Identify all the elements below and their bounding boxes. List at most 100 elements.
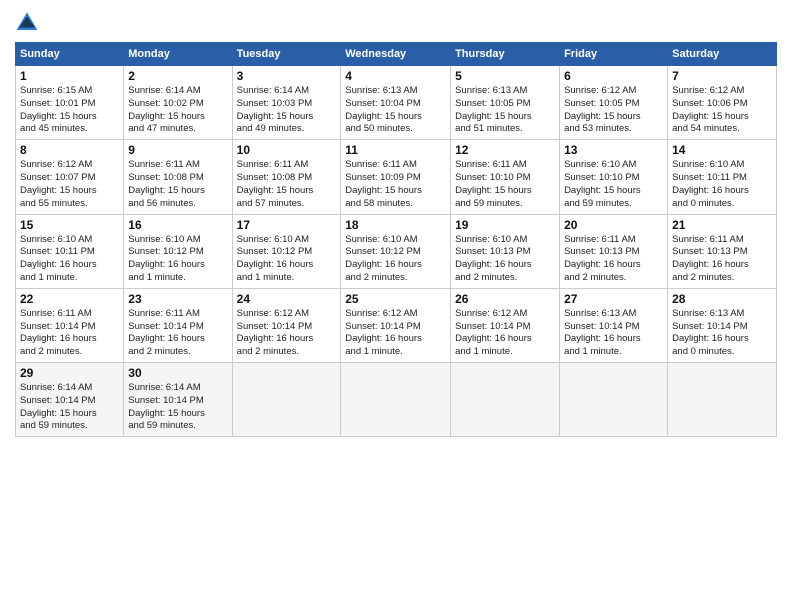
day-number: 12 bbox=[455, 143, 555, 157]
day-info: Sunrise: 6:11 AMSunset: 10:13 PMDaylight… bbox=[564, 234, 663, 285]
day-number: 15 bbox=[20, 218, 119, 232]
empty-cell bbox=[451, 363, 560, 437]
day-number: 20 bbox=[564, 218, 663, 232]
calendar-day-cell: 25 Sunrise: 6:12 AMSunset: 10:14 PMDayli… bbox=[341, 288, 451, 362]
calendar-day-cell: 4 Sunrise: 6:13 AMSunset: 10:04 PMDaylig… bbox=[341, 66, 451, 140]
calendar-day-cell: 24 Sunrise: 6:12 AMSunset: 10:14 PMDayli… bbox=[232, 288, 341, 362]
day-number: 5 bbox=[455, 69, 555, 83]
day-number: 6 bbox=[564, 69, 663, 83]
day-number: 8 bbox=[20, 143, 119, 157]
day-info: Sunrise: 6:11 AMSunset: 10:08 PMDaylight… bbox=[237, 159, 337, 210]
day-number: 17 bbox=[237, 218, 337, 232]
day-info: Sunrise: 6:13 AMSunset: 10:14 PMDaylight… bbox=[672, 308, 772, 359]
calendar-day-cell: 5 Sunrise: 6:13 AMSunset: 10:05 PMDaylig… bbox=[451, 66, 560, 140]
empty-cell bbox=[341, 363, 451, 437]
calendar-day-cell: 21 Sunrise: 6:11 AMSunset: 10:13 PMDayli… bbox=[668, 214, 777, 288]
day-info: Sunrise: 6:13 AMSunset: 10:04 PMDaylight… bbox=[345, 85, 446, 136]
day-info: Sunrise: 6:12 AMSunset: 10:06 PMDaylight… bbox=[672, 85, 772, 136]
calendar-day-cell: 8 Sunrise: 6:12 AMSunset: 10:07 PMDaylig… bbox=[16, 140, 124, 214]
calendar-day-cell: 10 Sunrise: 6:11 AMSunset: 10:08 PMDayli… bbox=[232, 140, 341, 214]
calendar-day-cell: 16 Sunrise: 6:10 AMSunset: 10:12 PMDayli… bbox=[124, 214, 232, 288]
day-number: 11 bbox=[345, 143, 446, 157]
day-info: Sunrise: 6:12 AMSunset: 10:14 PMDaylight… bbox=[455, 308, 555, 359]
day-number: 2 bbox=[128, 69, 227, 83]
calendar-day-cell: 6 Sunrise: 6:12 AMSunset: 10:05 PMDaylig… bbox=[560, 66, 668, 140]
header bbox=[15, 10, 777, 34]
day-info: Sunrise: 6:13 AMSunset: 10:05 PMDaylight… bbox=[455, 85, 555, 136]
day-number: 3 bbox=[237, 69, 337, 83]
day-number: 29 bbox=[20, 366, 119, 380]
day-info: Sunrise: 6:15 AMSunset: 10:01 PMDaylight… bbox=[20, 85, 119, 136]
col-monday: Monday bbox=[124, 43, 232, 66]
calendar-day-cell: 3 Sunrise: 6:14 AMSunset: 10:03 PMDaylig… bbox=[232, 66, 341, 140]
day-number: 28 bbox=[672, 292, 772, 306]
day-info: Sunrise: 6:14 AMSunset: 10:14 PMDaylight… bbox=[20, 382, 119, 433]
day-info: Sunrise: 6:10 AMSunset: 10:12 PMDaylight… bbox=[237, 234, 337, 285]
logo-icon bbox=[15, 10, 39, 34]
day-info: Sunrise: 6:10 AMSunset: 10:11 PMDaylight… bbox=[672, 159, 772, 210]
day-info: Sunrise: 6:12 AMSunset: 10:14 PMDaylight… bbox=[237, 308, 337, 359]
empty-cell bbox=[232, 363, 341, 437]
day-info: Sunrise: 6:10 AMSunset: 10:13 PMDaylight… bbox=[455, 234, 555, 285]
day-number: 14 bbox=[672, 143, 772, 157]
col-sunday: Sunday bbox=[16, 43, 124, 66]
col-saturday: Saturday bbox=[668, 43, 777, 66]
day-info: Sunrise: 6:12 AMSunset: 10:07 PMDaylight… bbox=[20, 159, 119, 210]
calendar-week-row: 22 Sunrise: 6:11 AMSunset: 10:14 PMDayli… bbox=[16, 288, 777, 362]
day-number: 27 bbox=[564, 292, 663, 306]
day-info: Sunrise: 6:11 AMSunset: 10:14 PMDaylight… bbox=[20, 308, 119, 359]
empty-cell bbox=[560, 363, 668, 437]
col-tuesday: Tuesday bbox=[232, 43, 341, 66]
calendar-day-cell: 1 Sunrise: 6:15 AMSunset: 10:01 PMDaylig… bbox=[16, 66, 124, 140]
day-number: 1 bbox=[20, 69, 119, 83]
col-friday: Friday bbox=[560, 43, 668, 66]
day-info: Sunrise: 6:14 AMSunset: 10:14 PMDaylight… bbox=[128, 382, 227, 433]
day-info: Sunrise: 6:14 AMSunset: 10:02 PMDaylight… bbox=[128, 85, 227, 136]
empty-cell bbox=[668, 363, 777, 437]
calendar-day-cell: 18 Sunrise: 6:10 AMSunset: 10:12 PMDayli… bbox=[341, 214, 451, 288]
day-number: 7 bbox=[672, 69, 772, 83]
calendar-week-row: 1 Sunrise: 6:15 AMSunset: 10:01 PMDaylig… bbox=[16, 66, 777, 140]
calendar-day-cell: 12 Sunrise: 6:11 AMSunset: 10:10 PMDayli… bbox=[451, 140, 560, 214]
col-wednesday: Wednesday bbox=[341, 43, 451, 66]
day-info: Sunrise: 6:14 AMSunset: 10:03 PMDaylight… bbox=[237, 85, 337, 136]
calendar-day-cell: 20 Sunrise: 6:11 AMSunset: 10:13 PMDayli… bbox=[560, 214, 668, 288]
day-number: 30 bbox=[128, 366, 227, 380]
day-number: 18 bbox=[345, 218, 446, 232]
day-info: Sunrise: 6:12 AMSunset: 10:14 PMDaylight… bbox=[345, 308, 446, 359]
day-number: 10 bbox=[237, 143, 337, 157]
day-info: Sunrise: 6:10 AMSunset: 10:11 PMDaylight… bbox=[20, 234, 119, 285]
day-number: 24 bbox=[237, 292, 337, 306]
calendar-day-cell: 19 Sunrise: 6:10 AMSunset: 10:13 PMDayli… bbox=[451, 214, 560, 288]
day-info: Sunrise: 6:11 AMSunset: 10:10 PMDaylight… bbox=[455, 159, 555, 210]
calendar-day-cell: 22 Sunrise: 6:11 AMSunset: 10:14 PMDayli… bbox=[16, 288, 124, 362]
calendar-day-cell: 30 Sunrise: 6:14 AMSunset: 10:14 PMDayli… bbox=[124, 363, 232, 437]
calendar-day-cell: 27 Sunrise: 6:13 AMSunset: 10:14 PMDayli… bbox=[560, 288, 668, 362]
calendar-table: Sunday Monday Tuesday Wednesday Thursday… bbox=[15, 42, 777, 437]
col-thursday: Thursday bbox=[451, 43, 560, 66]
day-number: 23 bbox=[128, 292, 227, 306]
calendar-day-cell: 17 Sunrise: 6:10 AMSunset: 10:12 PMDayli… bbox=[232, 214, 341, 288]
calendar-week-row: 15 Sunrise: 6:10 AMSunset: 10:11 PMDayli… bbox=[16, 214, 777, 288]
calendar-day-cell: 14 Sunrise: 6:10 AMSunset: 10:11 PMDayli… bbox=[668, 140, 777, 214]
calendar-day-cell: 26 Sunrise: 6:12 AMSunset: 10:14 PMDayli… bbox=[451, 288, 560, 362]
day-info: Sunrise: 6:11 AMSunset: 10:14 PMDaylight… bbox=[128, 308, 227, 359]
day-info: Sunrise: 6:12 AMSunset: 10:05 PMDaylight… bbox=[564, 85, 663, 136]
page: Sunday Monday Tuesday Wednesday Thursday… bbox=[0, 0, 792, 612]
day-number: 9 bbox=[128, 143, 227, 157]
day-number: 19 bbox=[455, 218, 555, 232]
calendar-day-cell: 23 Sunrise: 6:11 AMSunset: 10:14 PMDayli… bbox=[124, 288, 232, 362]
calendar-day-cell: 11 Sunrise: 6:11 AMSunset: 10:09 PMDayli… bbox=[341, 140, 451, 214]
calendar-day-cell: 9 Sunrise: 6:11 AMSunset: 10:08 PMDaylig… bbox=[124, 140, 232, 214]
day-info: Sunrise: 6:10 AMSunset: 10:12 PMDaylight… bbox=[128, 234, 227, 285]
day-info: Sunrise: 6:11 AMSunset: 10:09 PMDaylight… bbox=[345, 159, 446, 210]
calendar-day-cell: 29 Sunrise: 6:14 AMSunset: 10:14 PMDayli… bbox=[16, 363, 124, 437]
day-info: Sunrise: 6:10 AMSunset: 10:10 PMDaylight… bbox=[564, 159, 663, 210]
day-number: 13 bbox=[564, 143, 663, 157]
day-number: 22 bbox=[20, 292, 119, 306]
calendar-day-cell: 7 Sunrise: 6:12 AMSunset: 10:06 PMDaylig… bbox=[668, 66, 777, 140]
day-number: 4 bbox=[345, 69, 446, 83]
calendar-day-cell: 13 Sunrise: 6:10 AMSunset: 10:10 PMDayli… bbox=[560, 140, 668, 214]
calendar-week-row: 8 Sunrise: 6:12 AMSunset: 10:07 PMDaylig… bbox=[16, 140, 777, 214]
day-number: 16 bbox=[128, 218, 227, 232]
